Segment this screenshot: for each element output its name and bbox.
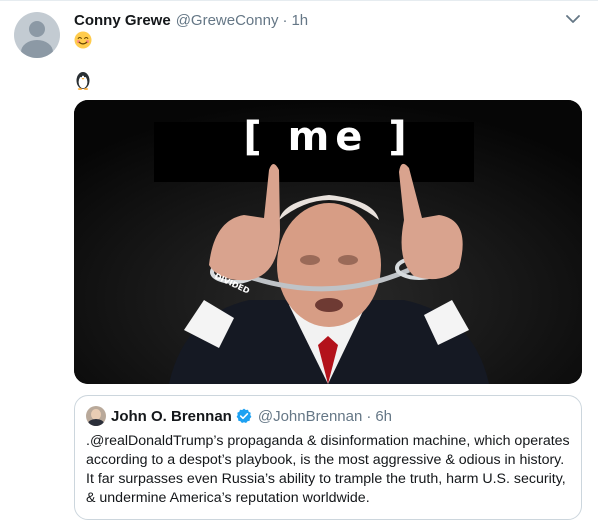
author-display-name[interactable]: Conny Grewe [74, 12, 171, 29]
avatar-body [21, 40, 53, 58]
tweet-timestamp[interactable]: 1h [291, 12, 308, 29]
quoted-tweet-text: .@realDonaldTrump’s propaganda & disinfo… [86, 433, 570, 506]
chevron-down-icon[interactable] [566, 14, 580, 24]
quoted-author-display-name: John O. Brennan [111, 407, 232, 425]
media-caption-text: [ me ] [243, 114, 413, 160]
penguin-emoji [76, 72, 90, 90]
verified-badge-icon [236, 408, 252, 423]
tweet-media[interactable]: DIVIDED [ me ] [74, 100, 582, 384]
quoted-tweet-header: John O. Brennan @JohnBrennan · 6h [111, 406, 392, 426]
quoted-avatar-suit [88, 419, 104, 426]
divider [0, 0, 598, 1]
avatar-head [29, 21, 45, 37]
avatar[interactable] [14, 12, 60, 58]
quoted-avatar [86, 406, 106, 426]
quoted-author-handle: @JohnBrennan [257, 407, 363, 425]
quoted-tweet-timestamp: 6h [375, 407, 392, 425]
author-handle[interactable]: @GreweConny [176, 12, 279, 29]
quoted-tweet[interactable]: John O. Brennan @JohnBrennan · 6h .@real… [74, 395, 582, 520]
tweet-header: Conny Grewe @GreweConny · 1h [74, 10, 308, 30]
separator-dot: · [282, 11, 288, 29]
smiling-face-emoji [74, 31, 92, 49]
quoted-separator-dot: · [366, 407, 372, 425]
tweet[interactable]: Conny Grewe @GreweConny · 1h DIVIDED [m… [0, 0, 598, 527]
